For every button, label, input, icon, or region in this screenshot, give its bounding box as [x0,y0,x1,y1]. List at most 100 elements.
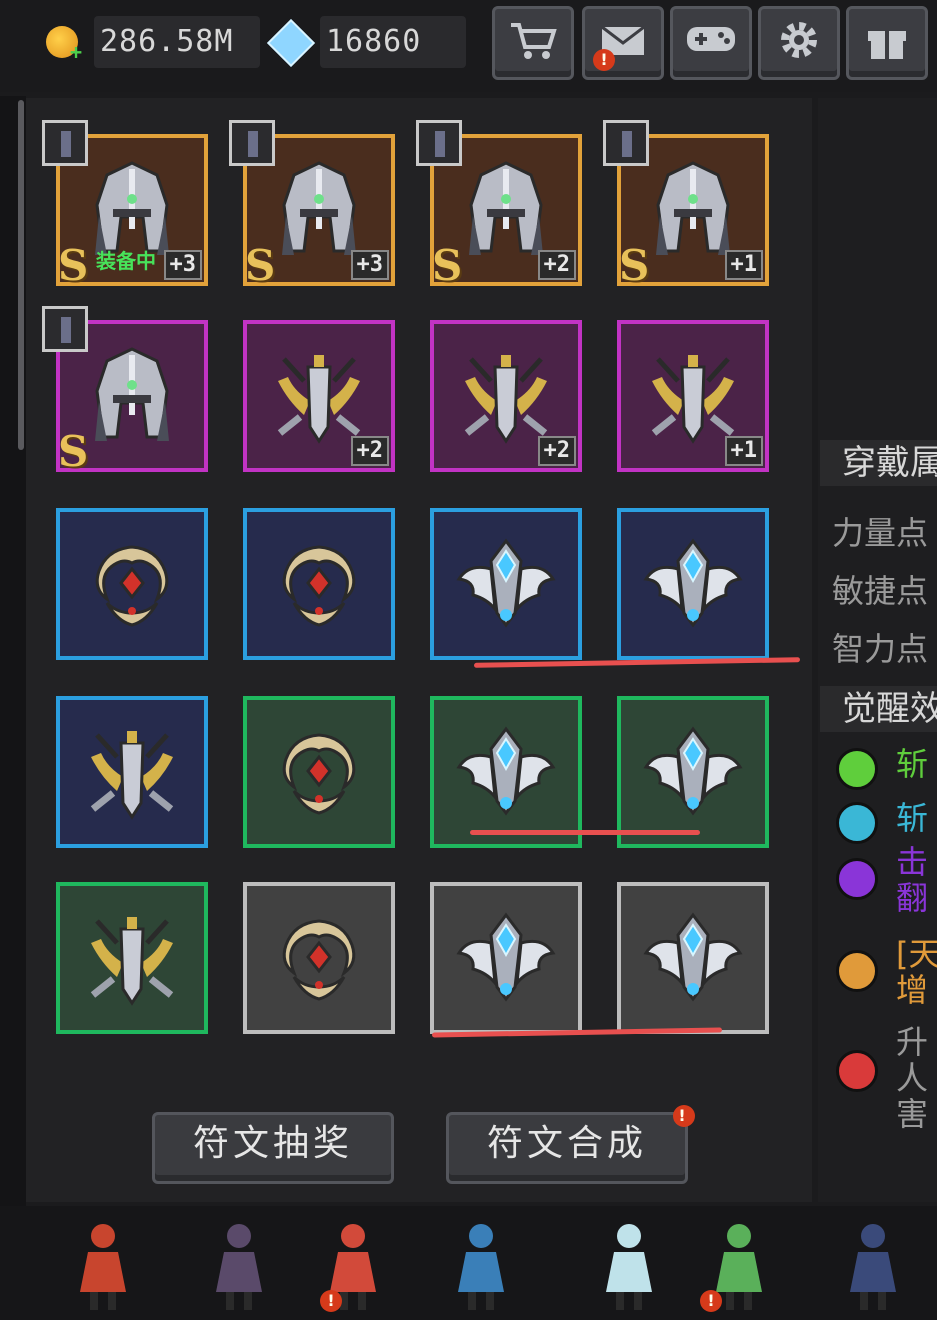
rune-synthesis-label: 符文合成 [486,1123,647,1164]
ghost-hero-icon[interactable] [594,1218,664,1312]
rune-slot[interactable] [56,696,208,848]
cart-icon [511,23,557,59]
hero-portrait-icon [42,120,88,166]
crest-rune-icon [282,919,356,1001]
rune-slot[interactable] [243,508,395,660]
warrior-hero-icon[interactable] [68,1218,138,1312]
hero-alert-badge: ! [320,1290,342,1312]
sword-rune-icon [277,355,361,444]
rune-slot[interactable] [243,696,395,848]
mail-button[interactable]: ! [582,6,664,80]
gift-button[interactable] [846,6,928,80]
hero-portrait-icon [229,120,275,166]
equipped-attributes-header: 穿戴属 [820,440,937,486]
hero-portrait-icon [416,120,462,166]
top-bar: 286.58M 16860 ! [0,0,937,92]
rune-slot[interactable]: +2 [243,320,395,472]
gamepad-icon [687,27,735,51]
crest-rune-icon [95,545,169,627]
rune-grade: S [58,427,89,476]
awaken-dot [836,1050,878,1092]
rune-grade: S [619,241,650,290]
rune-level: +2 [537,436,576,466]
awaken-dot [836,748,878,790]
wing-rune-icon [456,912,556,1002]
awaken-effect-text: [天 增 [896,935,937,1009]
hero-portrait-icon [603,120,649,166]
rune-slot[interactable] [430,696,582,848]
synth-alert-badge: ! [673,1105,695,1127]
rune-slot[interactable] [430,882,582,1034]
crest-rune-icon [282,733,356,815]
settings-button[interactable] [758,6,840,80]
rune-slot[interactable] [617,508,769,660]
rune-synthesis-button[interactable]: 符文合成 ! [446,1105,695,1184]
helm-rune-icon [282,161,356,255]
gear-icon [781,22,817,58]
gift-icon [868,31,906,59]
wing-rune-icon [456,538,556,628]
rune-level: +2 [537,250,576,280]
rune-slot[interactable]: S [42,306,208,476]
rune-grade: S [58,241,89,290]
helm-rune-icon [656,161,730,255]
dark-mage-hero-icon[interactable] [204,1218,274,1312]
scrollbar-thumb[interactable] [18,100,24,450]
rune-slot[interactable]: S +1 [603,120,769,290]
awaken-effect-text: 斩 [896,799,929,837]
rune-level: +3 [163,250,202,280]
rune-level: +3 [350,250,389,280]
rune-slot[interactable]: S +2 [416,120,582,290]
helm-rune-icon [469,161,543,255]
annotation-underline [470,830,700,835]
rune-slot[interactable] [243,882,395,1034]
equipped-status: 装备中 [96,249,156,273]
gold-coin-icon [46,26,82,64]
crest-rune-icon [282,545,356,627]
rune-slot[interactable] [617,882,769,1034]
rune-slot[interactable]: +1 [617,320,769,472]
rune-slot[interactable]: S +3 装备中 [42,120,208,290]
gunner-hero-icon[interactable] [446,1218,516,1312]
rune-level: +1 [724,250,763,280]
hero-alert-badge: ! [700,1290,722,1312]
rune-slot[interactable] [430,508,582,660]
sword-rune-icon [651,355,735,444]
awaken-dot [836,950,878,992]
stat-agility: 敏捷点 [832,572,929,610]
rune-draw-button[interactable]: 符文抽奖 [152,1112,394,1184]
wing-rune-icon [643,538,743,628]
diamond-amount: 16860 [320,16,466,68]
rune-slot[interactable] [56,882,208,1034]
awaken-effect-text: 升 人 害 [896,1023,929,1133]
rune-level: +1 [724,436,763,466]
mail-alert-badge: ! [593,49,615,71]
rune-slot[interactable] [617,696,769,848]
awaken-effect-text: 斩 [896,745,929,783]
wing-rune-icon [456,726,556,816]
rune-level: +2 [350,436,389,466]
awaken-dot [836,802,878,844]
wing-rune-icon [643,912,743,1002]
helm-rune-icon [95,347,169,441]
hero-portrait-icon [42,306,88,352]
sword-rune-icon [464,355,548,444]
rune-slot[interactable] [56,508,208,660]
stat-intellect: 智力点 [832,630,929,668]
rune-slot[interactable]: +2 [430,320,582,472]
sword-rune-icon [90,917,174,1006]
rune-slot[interactable]: S +3 [229,120,395,290]
game-button[interactable] [670,6,752,80]
wing-rune-icon [643,726,743,816]
awaken-effects-header: 觉醒效 [820,686,937,732]
sword-rune-icon [90,731,174,820]
gold-amount: 286.58M [94,16,260,68]
rune-grade: S [432,241,463,290]
stat-strength: 力量点 [832,514,929,552]
diamond-icon [266,18,316,68]
priestess-hero-icon[interactable] [838,1218,908,1312]
rune-grade: S [245,241,276,290]
awaken-effect-text: 击 翻 [896,843,929,917]
awaken-dot [836,858,878,900]
shop-button[interactable] [492,6,574,80]
